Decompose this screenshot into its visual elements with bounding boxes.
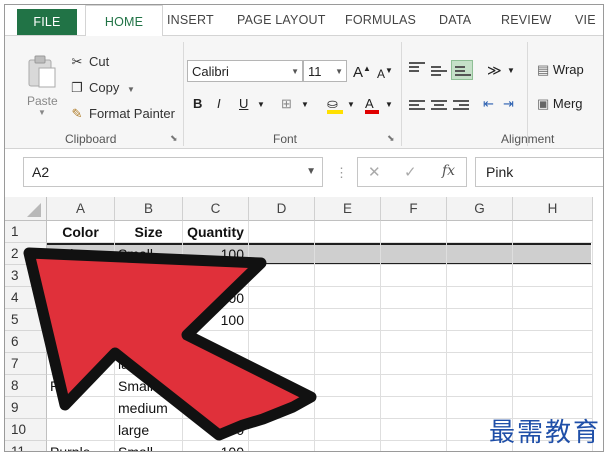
red-arrow-annotation bbox=[23, 247, 317, 441]
excel-window: FILE HOME INSERT PAGE LAYOUT FORMULAS DA… bbox=[4, 4, 604, 452]
watermark-logo: 最需教育 bbox=[489, 418, 602, 448]
